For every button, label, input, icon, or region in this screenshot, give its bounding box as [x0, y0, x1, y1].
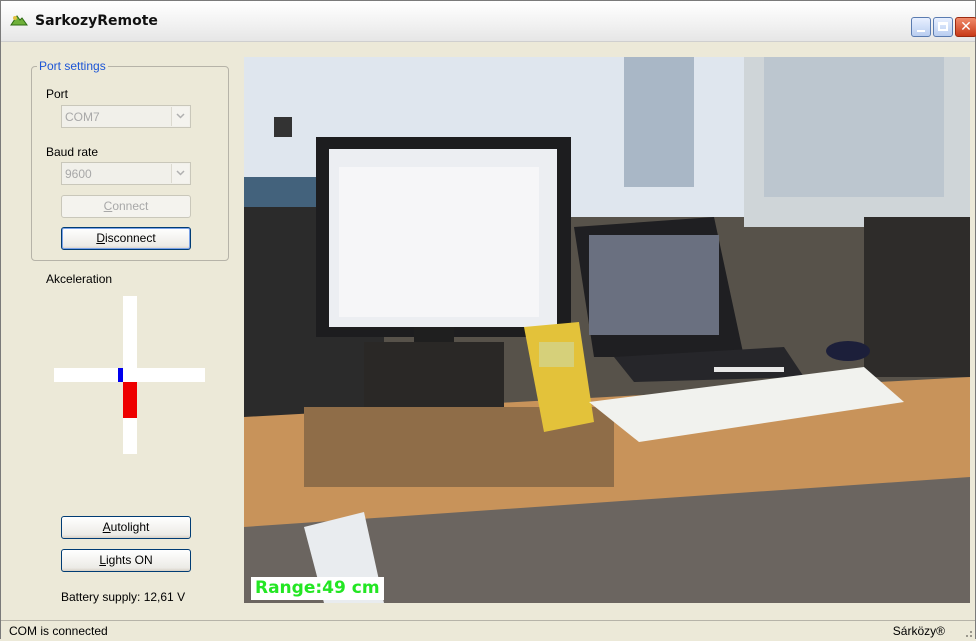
title-bar[interactable]: SarkozyRemote ✕ — [1, 1, 976, 42]
baud-rate-select-value: 9600 — [65, 167, 92, 181]
status-bar: COM is connected Sárközy® — [1, 620, 975, 640]
range-readout: Range:49 cm — [251, 577, 384, 600]
port-select[interactable]: COM7 — [61, 105, 191, 128]
acceleration-x-axis — [54, 368, 205, 382]
minimize-button[interactable] — [911, 17, 931, 37]
baud-rate-select[interactable]: 9600 — [61, 162, 191, 185]
baud-rate-label: Baud rate — [46, 145, 99, 159]
camera-image — [244, 57, 970, 603]
main-window: SarkozyRemote ✕ Port settings Port COM7 … — [0, 0, 976, 640]
chevron-down-icon[interactable] — [171, 164, 189, 183]
acceleration-indicator — [54, 296, 205, 454]
maximize-button[interactable] — [933, 17, 953, 37]
resize-grip-icon[interactable] — [961, 626, 973, 638]
camera-feed — [244, 57, 970, 603]
window-title: SarkozyRemote — [35, 13, 158, 29]
app-icon — [10, 13, 28, 29]
acceleration-label: Akceleration — [46, 272, 113, 286]
lights-on-button[interactable]: Lights ON — [61, 549, 191, 572]
acceleration-x-bar — [118, 368, 123, 382]
acceleration-y-bar — [123, 382, 137, 419]
autolight-button[interactable]: Autolight — [61, 516, 191, 539]
close-icon: ✕ — [960, 19, 972, 35]
disconnect-button[interactable]: Disconnect — [61, 227, 191, 250]
port-settings-legend: Port settings — [37, 59, 108, 73]
battery-supply-text: Battery supply: 12,61 V — [61, 590, 186, 604]
connection-status-text: COM is connected — [9, 624, 108, 638]
port-label: Port — [46, 87, 69, 101]
close-button[interactable]: ✕ — [955, 17, 976, 37]
port-select-value: COM7 — [65, 110, 100, 124]
chevron-down-icon[interactable] — [171, 107, 189, 126]
brand-text: Sárközy® — [892, 624, 945, 638]
connect-button[interactable]: Connect — [61, 195, 191, 218]
minimize-icon — [917, 30, 925, 32]
maximize-icon — [938, 22, 948, 31]
